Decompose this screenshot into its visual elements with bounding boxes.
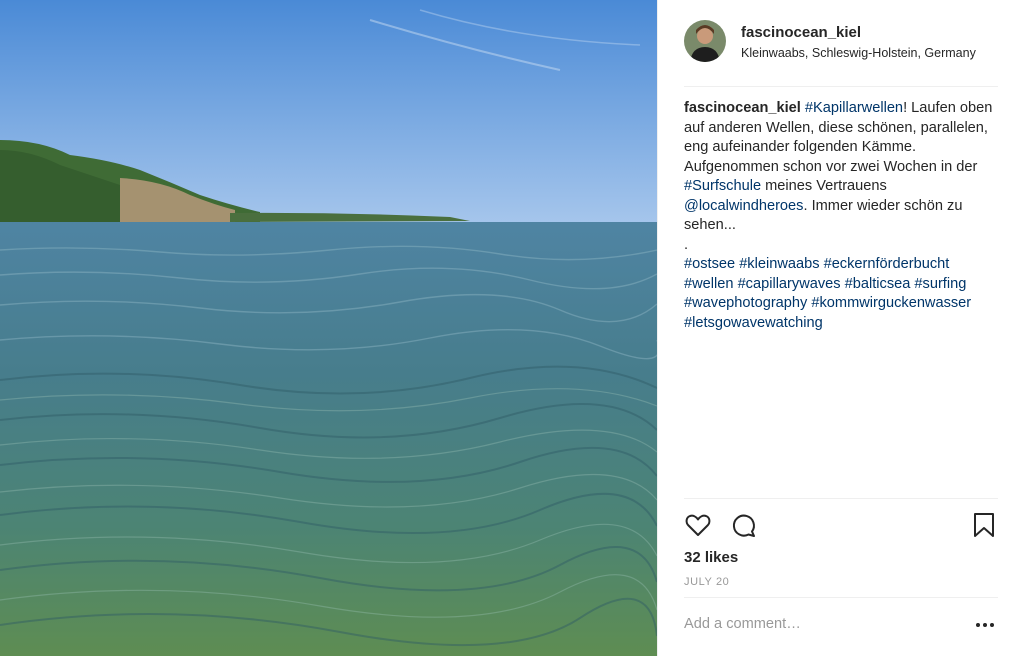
hashtag-link[interactable]: #ostsee — [684, 256, 735, 272]
caption-text: meines Vertrauens — [761, 178, 887, 194]
sea-photo — [0, 0, 657, 656]
hashtag-link[interactable]: #letsgowavewatching — [684, 315, 823, 331]
avatar[interactable] — [684, 20, 726, 62]
post-date[interactable]: JULY 20 — [684, 576, 729, 588]
post-photo[interactable] — [0, 0, 657, 656]
author-username[interactable]: fascinocean_kiel — [741, 24, 861, 41]
caption-hashtag[interactable]: #Kapillarwellen — [805, 100, 903, 116]
comment-bar — [684, 597, 998, 656]
heart-icon[interactable] — [684, 511, 712, 539]
post-location[interactable]: Kleinwaabs, Schleswig-Holstein, Germany — [741, 46, 996, 60]
caption-hashtag[interactable]: #Surfschule — [684, 178, 761, 194]
hashtag-link[interactable]: #capillarywaves — [738, 276, 841, 292]
caption-mention[interactable]: @localwindheroes — [684, 198, 803, 214]
hashtag-link[interactable]: #wellen — [684, 276, 734, 292]
bookmark-icon[interactable] — [970, 511, 998, 539]
comment-input[interactable] — [684, 616, 944, 632]
hashtag-link[interactable]: #balticsea — [845, 276, 911, 292]
comment-icon[interactable] — [730, 511, 758, 539]
hashtag-link[interactable]: #eckernförderbucht — [824, 256, 950, 272]
post-caption: fascinocean_kiel #Kapillarwellen! Laufen… — [684, 99, 994, 333]
post-sidebar: fascinocean_kiel Kleinwaabs, Schleswig-H… — [657, 0, 1024, 656]
hashtag-link[interactable]: #kleinwaabs — [739, 256, 819, 272]
caption-username[interactable]: fascinocean_kiel — [684, 100, 801, 116]
more-options-icon[interactable] — [974, 618, 996, 630]
caption-separator: . — [684, 236, 689, 253]
hashtag-link[interactable]: #wavephotography — [684, 295, 807, 311]
likes-count[interactable]: 32 likes — [684, 549, 738, 566]
post-header: fascinocean_kiel Kleinwaabs, Schleswig-H… — [684, 18, 998, 87]
post-actions: 32 likes JULY 20 — [684, 498, 998, 599]
post-modal: fascinocean_kiel Kleinwaabs, Schleswig-H… — [0, 0, 1024, 656]
hashtag-link[interactable]: #kommwirguckenwasser — [811, 295, 971, 311]
hashtag-link[interactable]: #surfing — [914, 276, 966, 292]
